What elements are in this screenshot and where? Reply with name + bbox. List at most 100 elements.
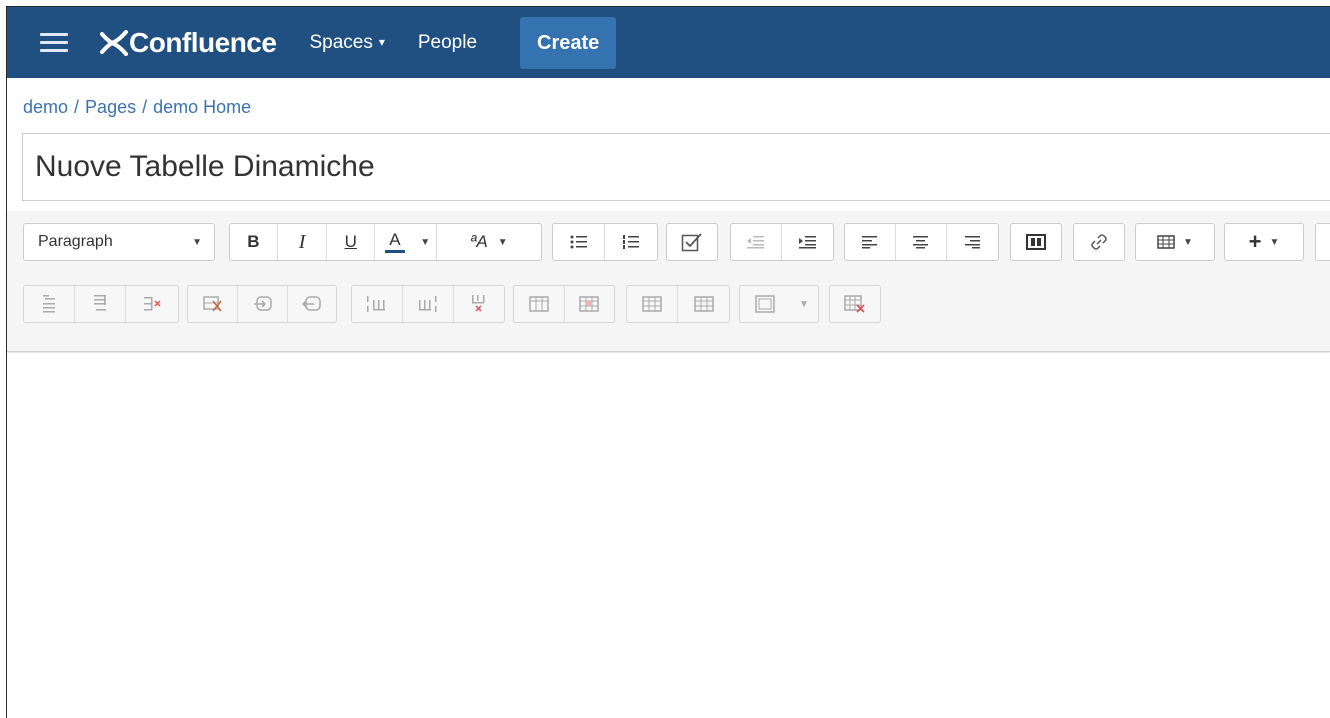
- copy-row-icon: [253, 296, 272, 311]
- header-row-button[interactable]: [514, 286, 565, 322]
- spaces-label: Spaces: [309, 31, 373, 53]
- toolbar-overflow-button[interactable]: [1316, 224, 1330, 260]
- text-color-dropdown[interactable]: ▼: [415, 224, 437, 260]
- confluence-x-icon: [100, 29, 128, 56]
- outdent-icon: [747, 236, 764, 249]
- more-formatting-dropdown[interactable]: ªA ▼: [437, 224, 541, 260]
- overflow-group: [1315, 223, 1330, 261]
- insert-column-before-button[interactable]: [352, 286, 403, 322]
- insert-more-dropdown[interactable]: + ▼: [1225, 224, 1303, 260]
- spaces-menu[interactable]: Spaces ▾: [309, 32, 384, 54]
- bullet-list-button[interactable]: [553, 224, 605, 260]
- header-column-icon: [579, 296, 599, 312]
- people-link[interactable]: People: [418, 32, 477, 54]
- indent-group: [730, 223, 834, 261]
- breadcrumb-separator: /: [142, 97, 148, 117]
- indent-button[interactable]: [782, 224, 833, 260]
- chevron-down-icon: ▼: [1269, 236, 1280, 248]
- breadcrumb-pages[interactable]: Pages: [85, 97, 136, 117]
- list-group: [552, 223, 658, 261]
- create-button[interactable]: Create: [520, 16, 617, 69]
- table-cell-group: [626, 285, 730, 323]
- insert-column-after-button[interactable]: [403, 286, 454, 322]
- cut-row-button[interactable]: [188, 286, 238, 322]
- align-right-icon: [964, 236, 980, 249]
- table-layout-icon: [755, 295, 775, 313]
- column-before-icon: [367, 296, 385, 312]
- align-right-button[interactable]: [947, 224, 998, 260]
- top-navigation-bar: Confluence Spaces ▾ People Create: [7, 7, 1330, 78]
- editor-content-area[interactable]: [7, 353, 1330, 718]
- bold-button[interactable]: B: [230, 224, 278, 260]
- merge-cells-icon: [642, 296, 662, 312]
- align-center-icon: [913, 236, 928, 249]
- paste-row-button[interactable]: [288, 286, 336, 322]
- underline-button[interactable]: U: [327, 224, 376, 260]
- insert-row-below-button[interactable]: [75, 286, 126, 322]
- task-list-group: [666, 223, 718, 261]
- menu-icon[interactable]: [40, 33, 68, 52]
- link-group: [1073, 223, 1125, 261]
- delete-table-icon: [844, 295, 865, 313]
- confluence-logo[interactable]: Confluence: [99, 26, 277, 59]
- delete-column-button[interactable]: [454, 286, 504, 322]
- text-color-swatch: [384, 250, 405, 253]
- table-column-group: [351, 285, 505, 323]
- table-icon: [1157, 235, 1175, 249]
- text-format-group: B I U A ▼ ªA ▼: [229, 223, 542, 261]
- split-cells-button[interactable]: [678, 286, 729, 322]
- copy-row-button[interactable]: [238, 286, 288, 322]
- table-layout-group: ▼: [739, 285, 819, 323]
- table-layout-button[interactable]: [740, 286, 790, 322]
- breadcrumb: demo / Pages / demo Home: [23, 97, 251, 118]
- delete-row-button[interactable]: [126, 286, 178, 322]
- editor-toolbar: Paragraph ▼ B I U A ▼ ªA ▼ ▼ + ▼ ▼: [7, 211, 1330, 352]
- chevron-down-icon: ▼: [799, 298, 809, 310]
- chevron-down-icon: ▼: [497, 236, 508, 248]
- align-center-button[interactable]: [896, 224, 947, 260]
- delete-column-icon: [472, 295, 485, 312]
- layout-icon: [1026, 234, 1046, 250]
- chevron-down-icon: ▼: [420, 236, 431, 248]
- format-label: ªA: [470, 232, 488, 251]
- header-column-button[interactable]: [565, 286, 615, 322]
- insert-group: + ▼: [1224, 223, 1304, 261]
- text-color-label: A: [389, 230, 401, 249]
- paste-row-icon: [302, 296, 321, 311]
- breadcrumb-parent-page[interactable]: demo Home: [153, 97, 251, 117]
- table-layout-dropdown[interactable]: ▼: [790, 286, 818, 322]
- alignment-group: [844, 223, 999, 261]
- column-after-icon: [419, 296, 437, 312]
- paragraph-style-dropdown[interactable]: Paragraph ▼: [24, 224, 214, 260]
- insert-row-above-button[interactable]: [24, 286, 75, 322]
- delete-row-icon: [144, 297, 161, 311]
- table-row-group: [23, 285, 179, 323]
- cut-row-icon: [202, 296, 222, 312]
- page-title-input[interactable]: Nuove Tabelle Dinamiche: [22, 133, 1330, 201]
- outdent-button[interactable]: [731, 224, 782, 260]
- delete-table-button[interactable]: [830, 286, 880, 322]
- link-icon: [1091, 234, 1107, 250]
- breadcrumb-separator: /: [74, 97, 80, 117]
- italic-button[interactable]: I: [278, 224, 328, 260]
- chevron-down-icon: ▾: [378, 34, 385, 49]
- insert-table-dropdown[interactable]: ▼: [1136, 224, 1214, 260]
- breadcrumb-space[interactable]: demo: [23, 97, 68, 117]
- logo-text: Confluence: [129, 26, 277, 58]
- text-color-button[interactable]: A: [375, 224, 415, 260]
- numbered-list-button[interactable]: [605, 224, 657, 260]
- confluence-window: Confluence Spaces ▾ People Create demo / Pa…: [6, 6, 1330, 718]
- page-layout-button[interactable]: [1011, 224, 1061, 260]
- align-left-icon: [862, 236, 877, 249]
- plus-icon: +: [1248, 229, 1262, 254]
- table-delete-group: [829, 285, 881, 323]
- split-cells-icon: [693, 296, 714, 312]
- merge-cells-button[interactable]: [627, 286, 678, 322]
- layout-group: [1010, 223, 1062, 261]
- align-left-button[interactable]: [845, 224, 896, 260]
- task-list-button[interactable]: [667, 224, 717, 260]
- checkbox-icon: [681, 233, 702, 252]
- insert-link-button[interactable]: [1074, 224, 1124, 260]
- numbered-list-icon: [623, 235, 639, 249]
- paragraph-style-label: Paragraph: [38, 233, 113, 250]
